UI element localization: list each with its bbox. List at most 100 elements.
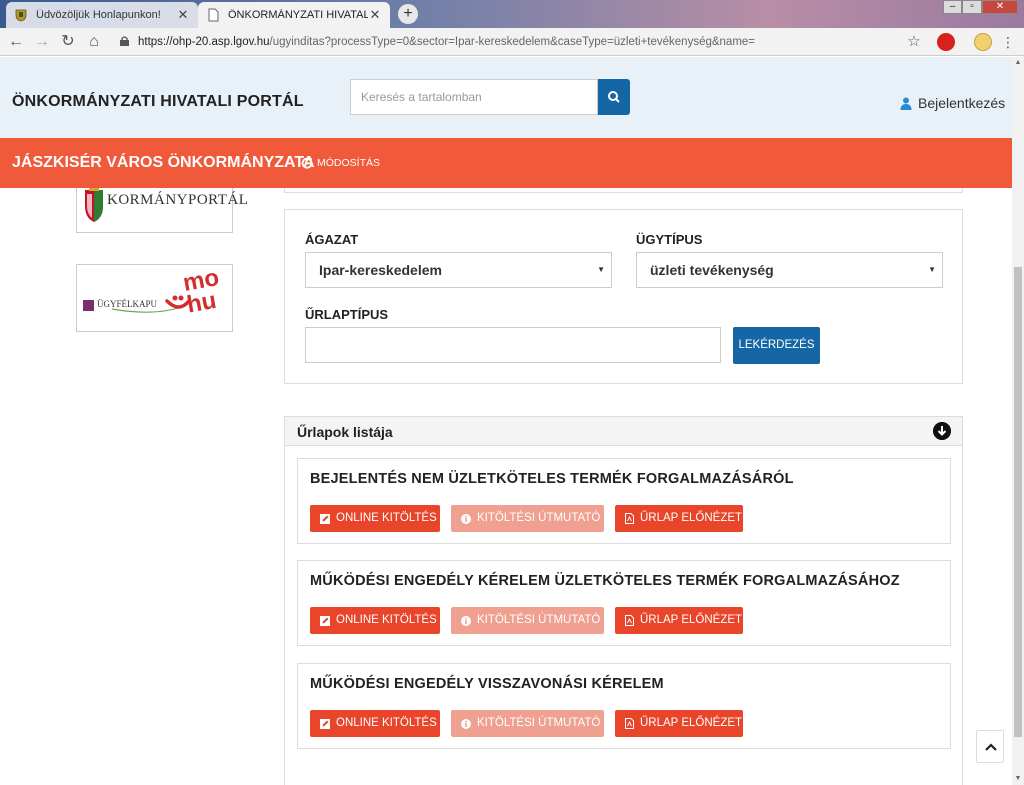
tab-title: Üdvözöljük Honlapunkon! bbox=[36, 9, 161, 21]
window-close-button[interactable]: ✕ bbox=[982, 0, 1018, 14]
minimize-button[interactable]: – bbox=[943, 0, 962, 14]
address-bar: ← → ↻ ⌂ https://ohp-20.asp.lgov.hu/ugyin… bbox=[0, 28, 1024, 56]
arrow-down-circle-icon[interactable] bbox=[933, 422, 951, 440]
edit-icon bbox=[320, 718, 330, 729]
back-icon[interactable]: ← bbox=[6, 32, 26, 52]
ugyfelkapu-logo[interactable]: ÜGYFÉLKAPU mo hu bbox=[76, 264, 233, 332]
casetype-value: üzleti tevékenység bbox=[650, 262, 774, 278]
pdf-icon bbox=[625, 718, 634, 729]
online-fill-button[interactable]: ONLINE KITÖLTÉS bbox=[310, 710, 440, 737]
tab-portal[interactable]: ÖNKORMÁNYZATI HIVATALI PO ✕ bbox=[198, 2, 390, 28]
forms-panel: Űrlapok listája BEJELENTÉS NEM ÜZLETKÖTE… bbox=[284, 416, 963, 785]
scroll-up-arrow[interactable]: ▲ bbox=[1012, 57, 1024, 69]
profile-avatar[interactable] bbox=[974, 33, 992, 51]
edit-icon bbox=[320, 513, 330, 524]
formtype-label: ŰRLAPTÍPUS bbox=[305, 307, 389, 322]
info-icon bbox=[461, 513, 471, 524]
modify-link[interactable]: MÓDOSÍTÁS bbox=[301, 157, 380, 169]
url-host: https://ohp-20.asp.lgov.hu bbox=[138, 36, 270, 48]
menu-icon[interactable]: ⋮ bbox=[998, 32, 1018, 52]
close-icon[interactable]: ✕ bbox=[176, 7, 190, 23]
form-item-3: MŰKÖDÉSI ENGEDÉLY VISSZAVONÁSI KÉRELEM O… bbox=[297, 663, 951, 749]
chevron-up-icon bbox=[985, 743, 997, 751]
fill-guide-label: KITÖLTÉSI ÚTMUTATÓ bbox=[477, 512, 601, 524]
login-label: Bejelentkezés bbox=[918, 95, 1006, 111]
page-icon bbox=[208, 8, 219, 22]
maximize-button[interactable]: ▫ bbox=[962, 0, 982, 14]
crest-icon bbox=[15, 9, 27, 22]
search-input[interactable]: Keresés a tartalomban bbox=[350, 79, 598, 115]
organization-name: JÁSZKISÉR VÁROS ÖNKORMÁNYZATA bbox=[12, 154, 315, 171]
fill-guide-label: KITÖLTÉSI ÚTMUTATÓ bbox=[477, 614, 601, 626]
caret-down-icon: ▼ bbox=[597, 265, 605, 274]
organization-bar: JÁSZKISÉR VÁROS ÖNKORMÁNYZATA MÓDOSÍTÁS bbox=[0, 138, 1012, 188]
casetype-label: ÜGYTÍPUS bbox=[636, 232, 703, 247]
kormanyportal-text: KORMÁNYPORTÁL bbox=[107, 192, 249, 208]
url-field[interactable]: https://ohp-20.asp.lgov.hu/ugyinditas?pr… bbox=[112, 31, 932, 53]
form-preview-button[interactable]: ŰRLAP ELŐNÉZET bbox=[615, 505, 743, 532]
ugyfelkapu-brand: mo hu bbox=[181, 264, 222, 319]
online-fill-label: ONLINE KITÖLTÉS bbox=[336, 512, 437, 524]
scrollbar-thumb[interactable] bbox=[1014, 267, 1022, 737]
forms-panel-header[interactable]: Űrlapok listája bbox=[285, 417, 962, 446]
tab-title: ÖNKORMÁNYZATI HIVATALI PO bbox=[228, 9, 368, 21]
site-header: ÖNKORMÁNYZATI HIVATALI PORTÁL Keresés a … bbox=[0, 57, 1012, 138]
modify-label: MÓDOSÍTÁS bbox=[317, 157, 381, 169]
online-fill-button[interactable]: ONLINE KITÖLTÉS bbox=[310, 505, 440, 532]
online-fill-label: ONLINE KITÖLTÉS bbox=[336, 614, 437, 626]
fill-guide-button[interactable]: KITÖLTÉSI ÚTMUTATÓ bbox=[451, 607, 604, 634]
edit-icon bbox=[320, 615, 330, 626]
reload-icon[interactable]: ↻ bbox=[58, 32, 78, 52]
online-fill-label: ONLINE KITÖLTÉS bbox=[336, 717, 437, 729]
page-scrollbar[interactable]: ▲ ▼ bbox=[1012, 57, 1024, 785]
card-top-edge bbox=[284, 188, 963, 193]
extension-icon[interactable] bbox=[937, 33, 955, 51]
form-title: MŰKÖDÉSI ENGEDÉLY KÉRELEM ÜZLETKÖTELES T… bbox=[310, 573, 900, 589]
home-icon[interactable]: ⌂ bbox=[84, 32, 104, 52]
search-button[interactable] bbox=[598, 79, 630, 115]
form-title: MŰKÖDÉSI ENGEDÉLY VISSZAVONÁSI KÉRELEM bbox=[310, 676, 664, 692]
form-preview-button[interactable]: ŰRLAP ELŐNÉZET bbox=[615, 710, 743, 737]
scroll-to-top-button[interactable] bbox=[976, 730, 1004, 763]
query-button[interactable]: LEKÉRDEZÉS bbox=[733, 327, 820, 364]
filter-card: ÁGAZAT Ipar-kereskedelem ▼ ÜGYTÍPUS üzle… bbox=[284, 209, 963, 384]
formtype-input[interactable] bbox=[305, 327, 721, 363]
fill-guide-button[interactable]: KITÖLTÉSI ÚTMUTATÓ bbox=[451, 710, 604, 737]
site-brand[interactable]: ÖNKORMÁNYZATI HIVATALI PORTÁL bbox=[12, 93, 304, 111]
form-item-1: BEJELENTÉS NEM ÜZLETKÖTELES TERMÉK FORGA… bbox=[297, 458, 951, 544]
star-icon[interactable]: ☆ bbox=[904, 32, 924, 52]
pdf-icon bbox=[625, 513, 634, 524]
casetype-select[interactable]: üzleti tevékenység ▼ bbox=[636, 252, 943, 288]
refresh-icon bbox=[301, 157, 313, 169]
sector-select[interactable]: Ipar-kereskedelem ▼ bbox=[305, 252, 612, 288]
search-icon bbox=[608, 91, 620, 103]
sector-label: ÁGAZAT bbox=[305, 232, 359, 247]
sector-value: Ipar-kereskedelem bbox=[319, 262, 442, 278]
forward-icon[interactable]: → bbox=[32, 32, 52, 52]
url-path: /ugyinditas?processType=0&sector=Ipar-ke… bbox=[269, 36, 756, 48]
form-title: BEJELENTÉS NEM ÜZLETKÖTELES TERMÉK FORGA… bbox=[310, 471, 794, 487]
scroll-down-arrow[interactable]: ▼ bbox=[1012, 773, 1024, 785]
form-preview-button[interactable]: ŰRLAP ELŐNÉZET bbox=[615, 607, 743, 634]
form-item-2: MŰKÖDÉSI ENGEDÉLY KÉRELEM ÜZLETKÖTELES T… bbox=[297, 560, 951, 646]
ugyfelkapu-text: ÜGYFÉLKAPU bbox=[97, 299, 158, 309]
online-fill-button[interactable]: ONLINE KITÖLTÉS bbox=[310, 607, 440, 634]
caret-down-icon: ▼ bbox=[928, 265, 936, 274]
form-preview-label: ŰRLAP ELŐNÉZET bbox=[640, 717, 743, 729]
form-preview-label: ŰRLAP ELŐNÉZET bbox=[640, 614, 743, 626]
plus-icon[interactable]: + bbox=[398, 4, 418, 24]
fill-guide-button[interactable]: KITÖLTÉSI ÚTMUTATÓ bbox=[451, 505, 604, 532]
fill-guide-label: KITÖLTÉSI ÚTMUTATÓ bbox=[477, 717, 601, 729]
user-icon bbox=[900, 97, 912, 110]
login-link[interactable]: Bejelentkezés bbox=[900, 95, 1005, 111]
page-content: ÖNKORMÁNYZATI HIVATALI PORTÁL Keresés a … bbox=[0, 57, 1012, 785]
kormanyportal-logo[interactable]: KORMÁNYPORTÁL bbox=[76, 186, 248, 233]
info-icon bbox=[461, 718, 471, 729]
forms-panel-title: Űrlapok listája bbox=[297, 424, 393, 440]
form-preview-label: ŰRLAP ELŐNÉZET bbox=[640, 512, 743, 524]
lock-icon bbox=[120, 36, 129, 46]
browser-tab-bar: Üdvözöljük Honlapunkon! ✕ ÖNKORMÁNYZATI … bbox=[0, 0, 1024, 28]
close-icon[interactable]: ✕ bbox=[368, 7, 382, 23]
tab-welcome[interactable]: Üdvözöljük Honlapunkon! ✕ bbox=[6, 2, 198, 28]
pdf-icon bbox=[625, 615, 634, 626]
